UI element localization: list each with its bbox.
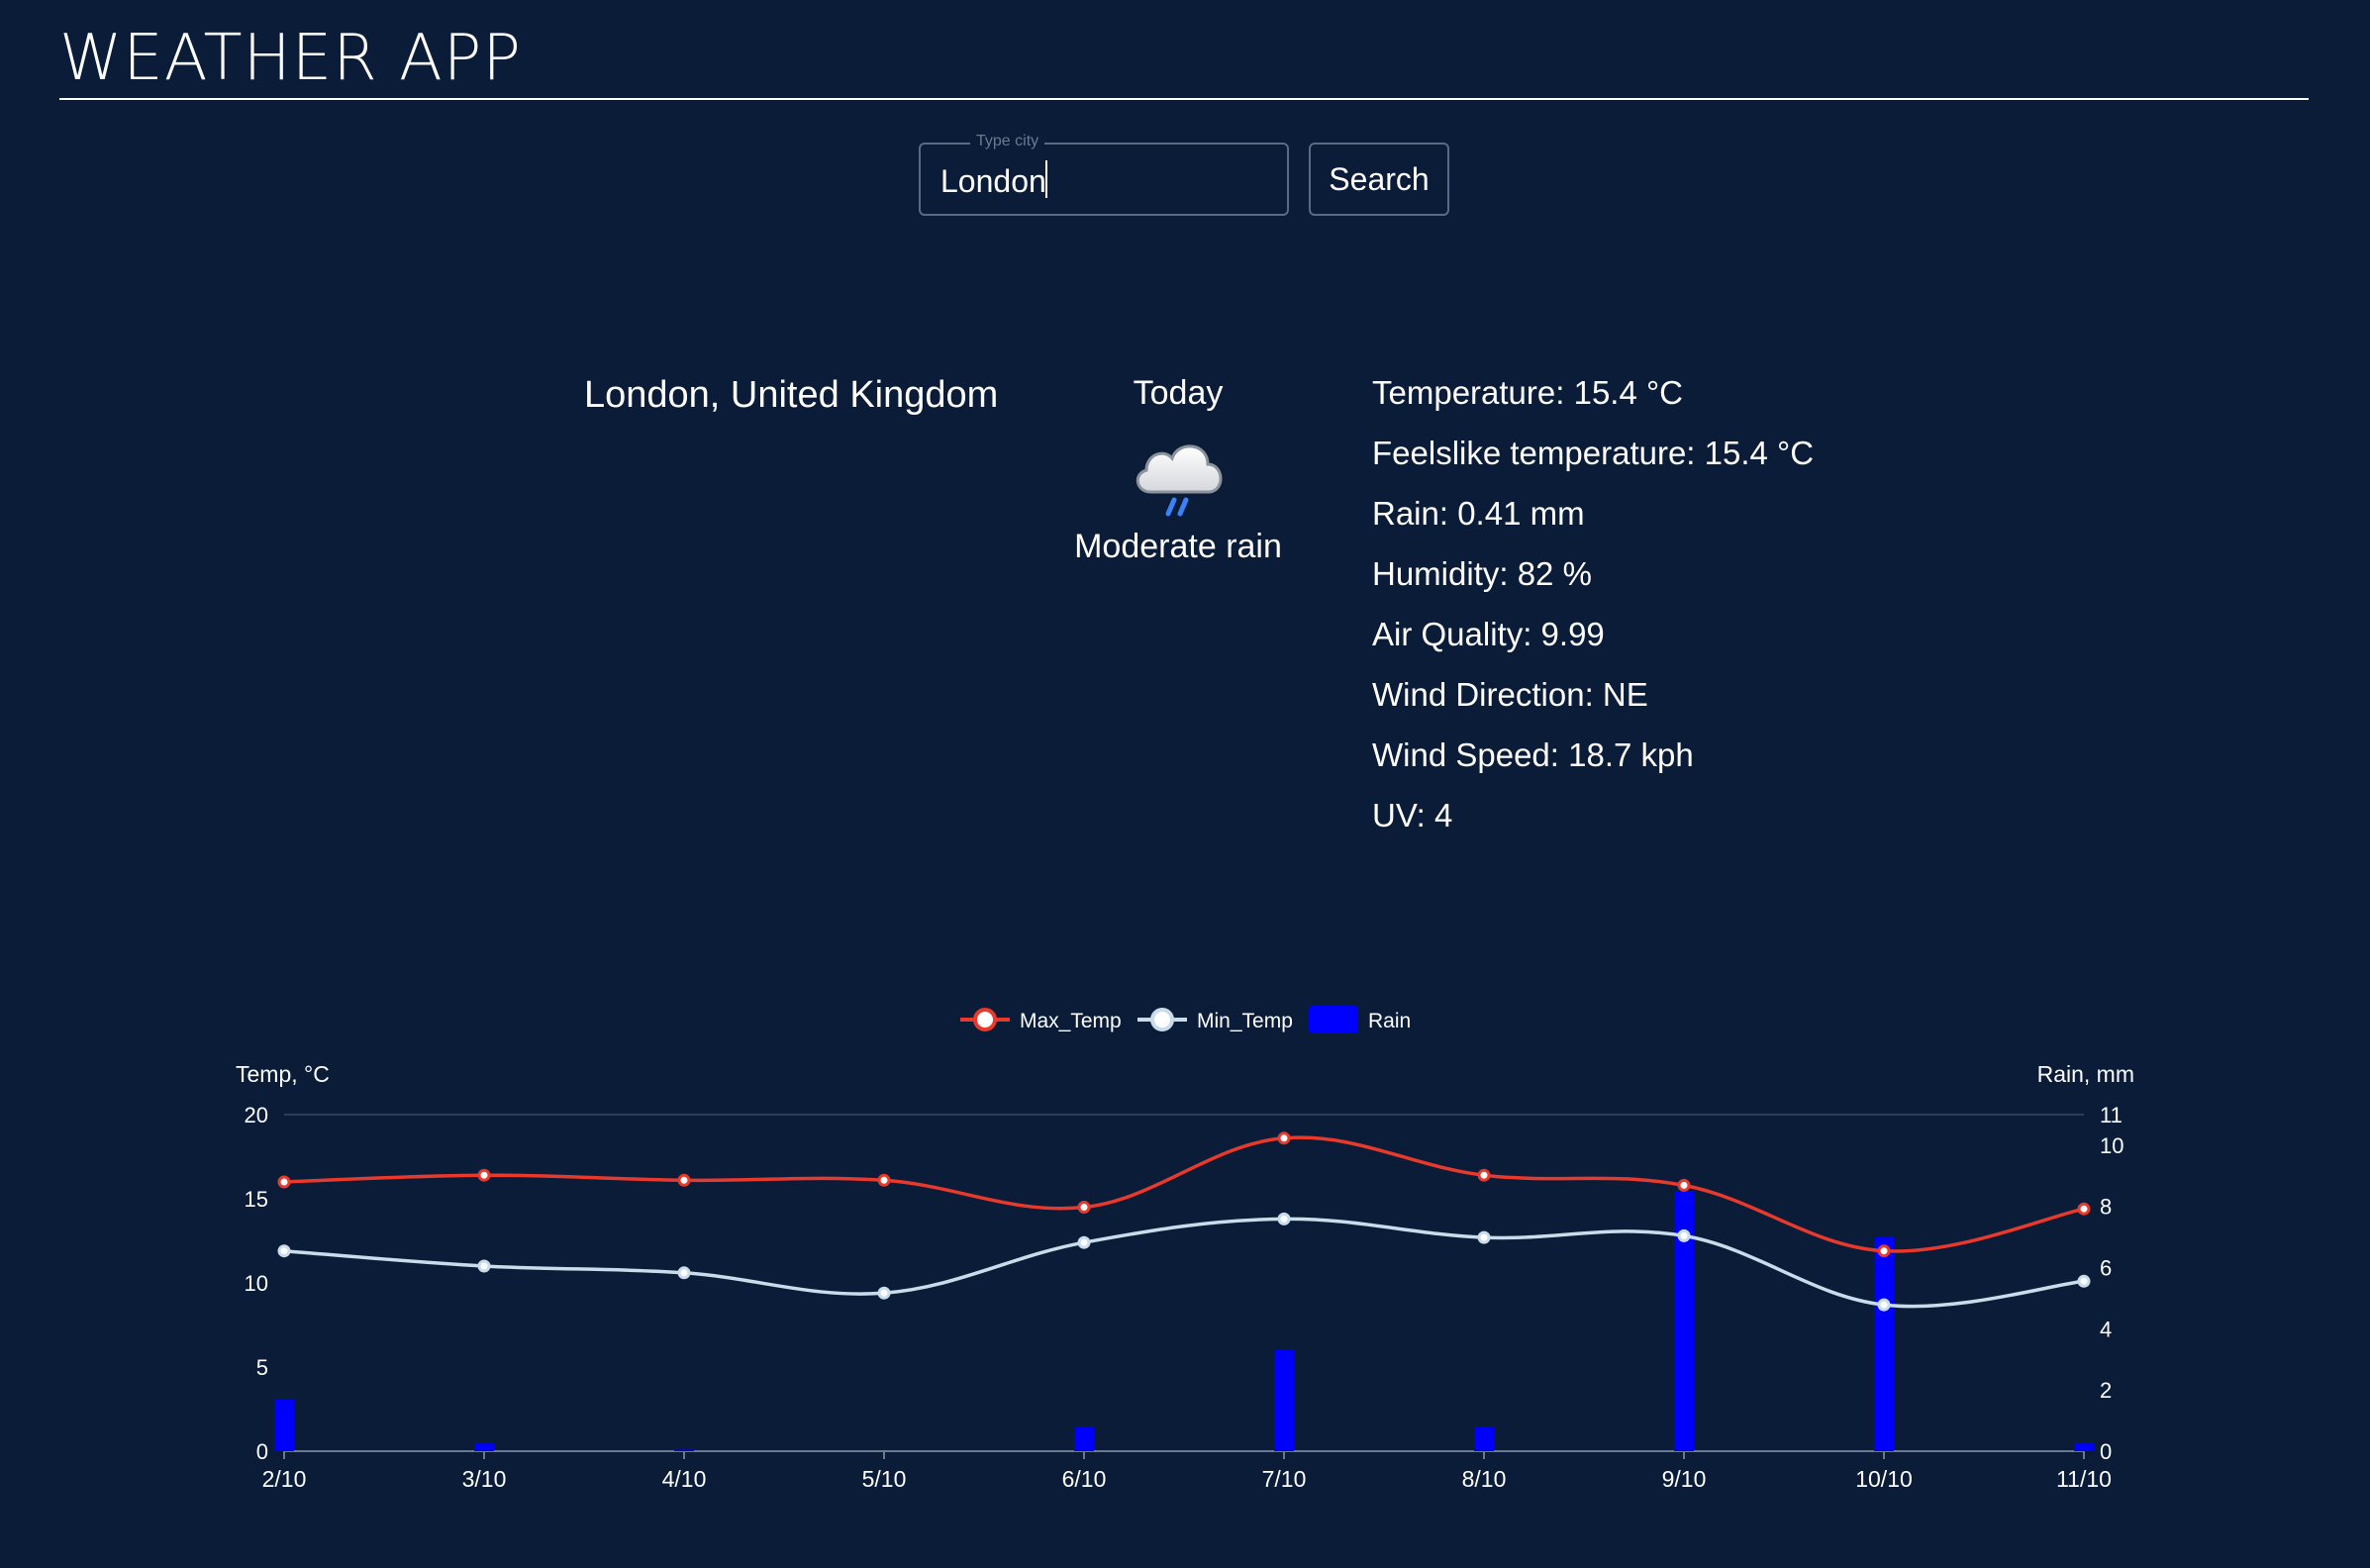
- y-tick-label: 5: [256, 1355, 268, 1380]
- y-tick-label: 10: [245, 1271, 268, 1296]
- data-point: [477, 1259, 491, 1273]
- legend-marker: [1150, 1008, 1174, 1031]
- y2-tick-label: 2: [2100, 1378, 2112, 1403]
- y2-tick-label: 6: [2100, 1256, 2112, 1281]
- data-point: [877, 1286, 891, 1300]
- line-series: [283, 1135, 2085, 1253]
- legend-label: Min_Temp: [1197, 1010, 1293, 1032]
- data-point: [2077, 1202, 2091, 1216]
- legend-swatch: [1309, 1006, 1358, 1033]
- x-tick-label: 3/10: [462, 1466, 507, 1492]
- legend-marker: [973, 1008, 997, 1031]
- data-point: [1277, 1131, 1291, 1145]
- data-point: [477, 1168, 491, 1182]
- x-tick-label: 10/10: [1855, 1466, 1913, 1492]
- x-tick-label: 4/10: [662, 1466, 707, 1492]
- x-tick-label: 11/10: [2056, 1466, 2112, 1492]
- data-point: [1277, 1212, 1291, 1225]
- rain-bar: [274, 1399, 294, 1451]
- y2-tick-label: 8: [2100, 1195, 2112, 1220]
- y-tick-label: 20: [245, 1103, 268, 1127]
- rain-bar: [2074, 1443, 2094, 1451]
- line-series: [283, 1217, 2085, 1309]
- data-point: [1477, 1230, 1491, 1244]
- data-point: [1677, 1228, 1691, 1242]
- y2-tick-label: 10: [2100, 1133, 2123, 1158]
- data-point: [277, 1175, 291, 1189]
- rain-bar: [674, 1449, 694, 1451]
- y-axis-title: Temp, °C: [236, 1061, 330, 1087]
- data-point: [1877, 1244, 1891, 1258]
- data-point: [877, 1173, 891, 1187]
- data-point: [1677, 1178, 1691, 1192]
- data-point: [1877, 1298, 1891, 1312]
- x-tick-label: 5/10: [862, 1466, 907, 1492]
- y-tick-label: 0: [256, 1439, 268, 1464]
- y2-tick-label: 11: [2100, 1103, 2123, 1127]
- data-point: [1477, 1168, 1491, 1182]
- x-tick-label: 9/10: [1662, 1466, 1707, 1492]
- y2-tick-label: 0: [2100, 1439, 2112, 1464]
- legend-label: Rain: [1368, 1010, 1411, 1032]
- x-tick-label: 8/10: [1462, 1466, 1507, 1492]
- rain-bar: [1074, 1426, 1094, 1451]
- rain-bar: [474, 1443, 494, 1451]
- x-tick-label: 6/10: [1062, 1466, 1107, 1492]
- data-point: [1077, 1201, 1091, 1214]
- legend-label: Max_Temp: [1020, 1010, 1122, 1032]
- rain-bar: [1874, 1236, 1894, 1451]
- x-tick-label: 2/10: [262, 1466, 307, 1492]
- data-point: [2077, 1274, 2091, 1288]
- rain-bar: [1474, 1426, 1494, 1451]
- y-tick-label: 15: [245, 1187, 268, 1212]
- rain-bar: [1274, 1350, 1294, 1451]
- y2-axis-title: Rain, mm: [2037, 1061, 2134, 1087]
- data-point: [677, 1266, 691, 1280]
- data-point: [277, 1244, 291, 1258]
- forecast-chart: 0 5 10 15 20 0 2 4 6 8 10 11 Temp, °C Rain, mm 2/10 3/1…: [236, 1006, 2134, 1492]
- data-point: [1077, 1235, 1091, 1249]
- x-tick-label: 7/10: [1262, 1466, 1307, 1492]
- y2-tick-label: 4: [2100, 1317, 2112, 1341]
- data-point: [677, 1173, 691, 1187]
